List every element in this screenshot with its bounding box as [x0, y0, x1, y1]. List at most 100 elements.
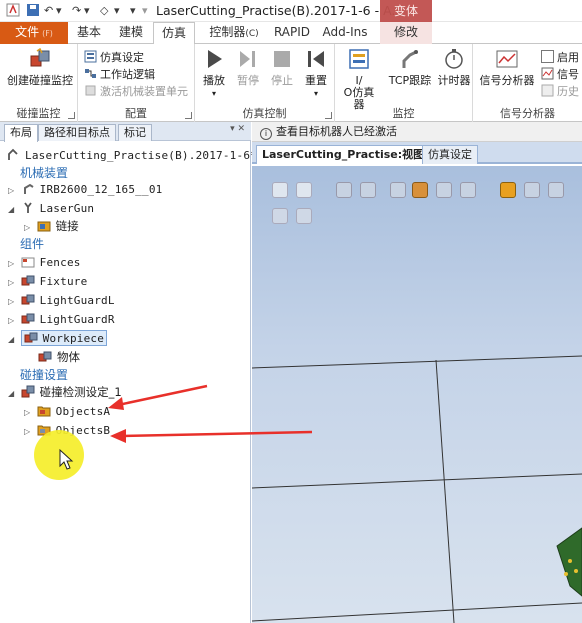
- tree-lightguard-l[interactable]: ▷ LightGuardL: [8, 292, 115, 309]
- tree-category-collision-sets: 碰撞设置: [20, 368, 69, 382]
- signal-analyzer-icon: [496, 50, 518, 68]
- ribbon: 创建碰撞监控 碰撞监控 仿真设定 工作站逻辑 激活机械装置单元 配置 播放 ▾ 暂…: [0, 44, 582, 122]
- redo-icon[interactable]: ↷: [72, 3, 81, 19]
- signal-analyzer-label: 信号分析器: [479, 74, 535, 87]
- doc-tab-view1[interactable]: LaserCutting_Practise:视图1: [256, 145, 438, 164]
- signal-setup-label: 信号: [557, 68, 579, 81]
- tab-file[interactable]: 文件 (F): [0, 22, 68, 44]
- tag-dropdown-icon[interactable]: ▾: [114, 3, 120, 19]
- tree-fixture[interactable]: ▷ Fixture: [8, 273, 87, 290]
- panel-tab-bar: 布局 路径和目标点 标记 ▾ ✕: [0, 122, 251, 142]
- simulation-setup-button[interactable]: 仿真设定: [84, 49, 144, 66]
- activate-mechanism-units-button[interactable]: 激活机械装置单元: [84, 83, 188, 100]
- collapse-triangle-icon[interactable]: ◢: [8, 331, 17, 348]
- tcp-trace-button[interactable]: TCP跟踪: [387, 47, 433, 87]
- tag-icon[interactable]: ◇: [100, 3, 108, 19]
- history-icon: [541, 84, 554, 97]
- timer-button[interactable]: 计时器: [437, 47, 471, 87]
- station-label: LaserCutting_Practise(B).2017-1-6*: [25, 149, 257, 162]
- expand-triangle-icon[interactable]: ▷: [8, 293, 17, 310]
- tree-link[interactable]: ▷ 链接: [24, 218, 79, 235]
- workpiece-selection: Workpiece: [20, 330, 108, 346]
- station-logic-button[interactable]: 工作站逻辑: [84, 66, 155, 83]
- play-button[interactable]: 播放 ▾: [199, 47, 229, 100]
- expand-triangle-icon[interactable]: ▷: [8, 255, 17, 272]
- tree-fences[interactable]: ▷ Fences: [8, 254, 81, 271]
- 3d-viewport[interactable]: [252, 166, 582, 623]
- tab-rapid[interactable]: RAPID: [272, 22, 312, 44]
- history-button[interactable]: 历史: [541, 83, 579, 100]
- tab-layout[interactable]: 布局: [4, 124, 38, 142]
- collapse-triangle-icon[interactable]: ◢: [8, 385, 17, 402]
- doc-tab-sim-setup[interactable]: 仿真设定: [422, 145, 478, 164]
- objects-a-label: ObjectsA: [55, 405, 111, 418]
- station-logic-label: 工作站逻辑: [100, 68, 155, 81]
- tool-icon: [23, 202, 32, 213]
- expand-triangle-icon[interactable]: ▷: [24, 404, 33, 421]
- group-label-config: 配置: [125, 107, 147, 120]
- tree-body[interactable]: 物体: [38, 349, 80, 366]
- stop-button[interactable]: 停止: [267, 47, 297, 87]
- reset-dropdown-icon[interactable]: ▾: [314, 89, 318, 98]
- io-simulator-icon: [349, 49, 369, 69]
- floor-grid: [252, 355, 582, 623]
- expand-triangle-icon[interactable]: ▷: [24, 219, 33, 236]
- tab-home[interactable]: 基本: [72, 22, 106, 44]
- tab-modeling-label: 建模: [118, 25, 143, 39]
- tree-collision-set-1[interactable]: ◢ 碰撞检测设定_1: [8, 384, 122, 401]
- expand-triangle-icon[interactable]: ▷: [8, 312, 17, 329]
- expand-triangle-icon[interactable]: ▷: [8, 274, 17, 291]
- tab-modeling[interactable]: 建模: [114, 22, 148, 44]
- panel-controls[interactable]: ▾ ✕: [230, 124, 245, 134]
- play-dropdown-icon[interactable]: ▾: [212, 89, 216, 98]
- save-icon[interactable]: [26, 3, 40, 19]
- expand-triangle-icon[interactable]: ▷: [8, 182, 17, 199]
- component-icon: [21, 294, 35, 305]
- collision-set-icon: [30, 47, 50, 67]
- tab-file-label: 文件: [15, 25, 40, 39]
- component-icon: [21, 257, 35, 268]
- signal-analyzer-button[interactable]: 信号分析器: [477, 47, 537, 87]
- io-simulator-button[interactable]: I/O仿真器: [339, 47, 379, 111]
- robot-label: IRB2600_12_165__01: [39, 183, 163, 196]
- redo-dropdown-icon[interactable]: ▾: [84, 3, 90, 19]
- dialog-launcher-config[interactable]: [185, 112, 192, 119]
- tree-tool[interactable]: ◢ LaserGun: [8, 200, 94, 217]
- group-signal-analyzer: 信号分析器 启用 信号 历史 信号分析器: [473, 44, 582, 122]
- ribbon-tab-bar: 文件 (F) 基本 建模 仿真 控制器(C) RAPID Add-Ins 修改: [0, 22, 582, 45]
- tab-simulation[interactable]: 仿真: [153, 22, 195, 45]
- tree-objects-a[interactable]: ▷ ObjectsA: [24, 403, 110, 420]
- lightguard-r-label: LightGuardR: [39, 313, 115, 326]
- customize-qat-icon[interactable]: ▾: [130, 3, 136, 19]
- tree-category-components: 组件: [20, 237, 45, 251]
- tab-modify[interactable]: 修改: [380, 22, 432, 44]
- tab-addins[interactable]: Add-Ins: [322, 22, 368, 44]
- reset-button[interactable]: 重置 ▾: [301, 47, 331, 100]
- info-text: 查看目标机器人已经激活: [276, 125, 397, 138]
- tree-robot[interactable]: ▷ IRB2600_12_165__01: [8, 181, 162, 198]
- lightguard-l-label: LightGuardL: [39, 294, 115, 307]
- create-collision-monitor-button[interactable]: 创建碰撞监控: [4, 47, 76, 87]
- enable-checkbox[interactable]: 启用: [541, 49, 579, 66]
- collapse-triangle-icon[interactable]: ◢: [8, 201, 17, 218]
- group-label-sim-control: 仿真控制: [242, 107, 287, 120]
- group-collision-monitor: 创建碰撞监控 碰撞监控: [0, 44, 78, 122]
- signal-setup-button[interactable]: 信号: [541, 66, 579, 83]
- dialog-launcher-sim-control[interactable]: [325, 112, 332, 119]
- tree-workpiece[interactable]: ◢ Workpiece: [8, 330, 108, 348]
- tree-lightguard-r[interactable]: ▷ LightGuardR: [8, 311, 115, 328]
- undo-dropdown-icon[interactable]: ▾: [56, 3, 62, 19]
- dialog-launcher-collision[interactable]: [68, 112, 75, 119]
- stop-label: 停止: [271, 74, 293, 87]
- tab-tags[interactable]: 标记: [118, 124, 152, 141]
- tab-file-hotkey: (F): [42, 29, 53, 38]
- tab-simulation-label: 仿真: [161, 26, 186, 40]
- expand-triangle-icon[interactable]: ▷: [24, 423, 33, 440]
- tab-controller[interactable]: 控制器(C): [201, 22, 267, 44]
- undo-icon[interactable]: ↶: [44, 3, 53, 19]
- reset-icon: [308, 51, 324, 67]
- station-icon: [8, 148, 18, 160]
- tab-paths-targets[interactable]: 路径和目标点: [38, 124, 116, 141]
- tree-station[interactable]: LaserCutting_Practise(B).2017-1-6*: [6, 147, 257, 164]
- pause-button[interactable]: 暂停: [233, 47, 263, 87]
